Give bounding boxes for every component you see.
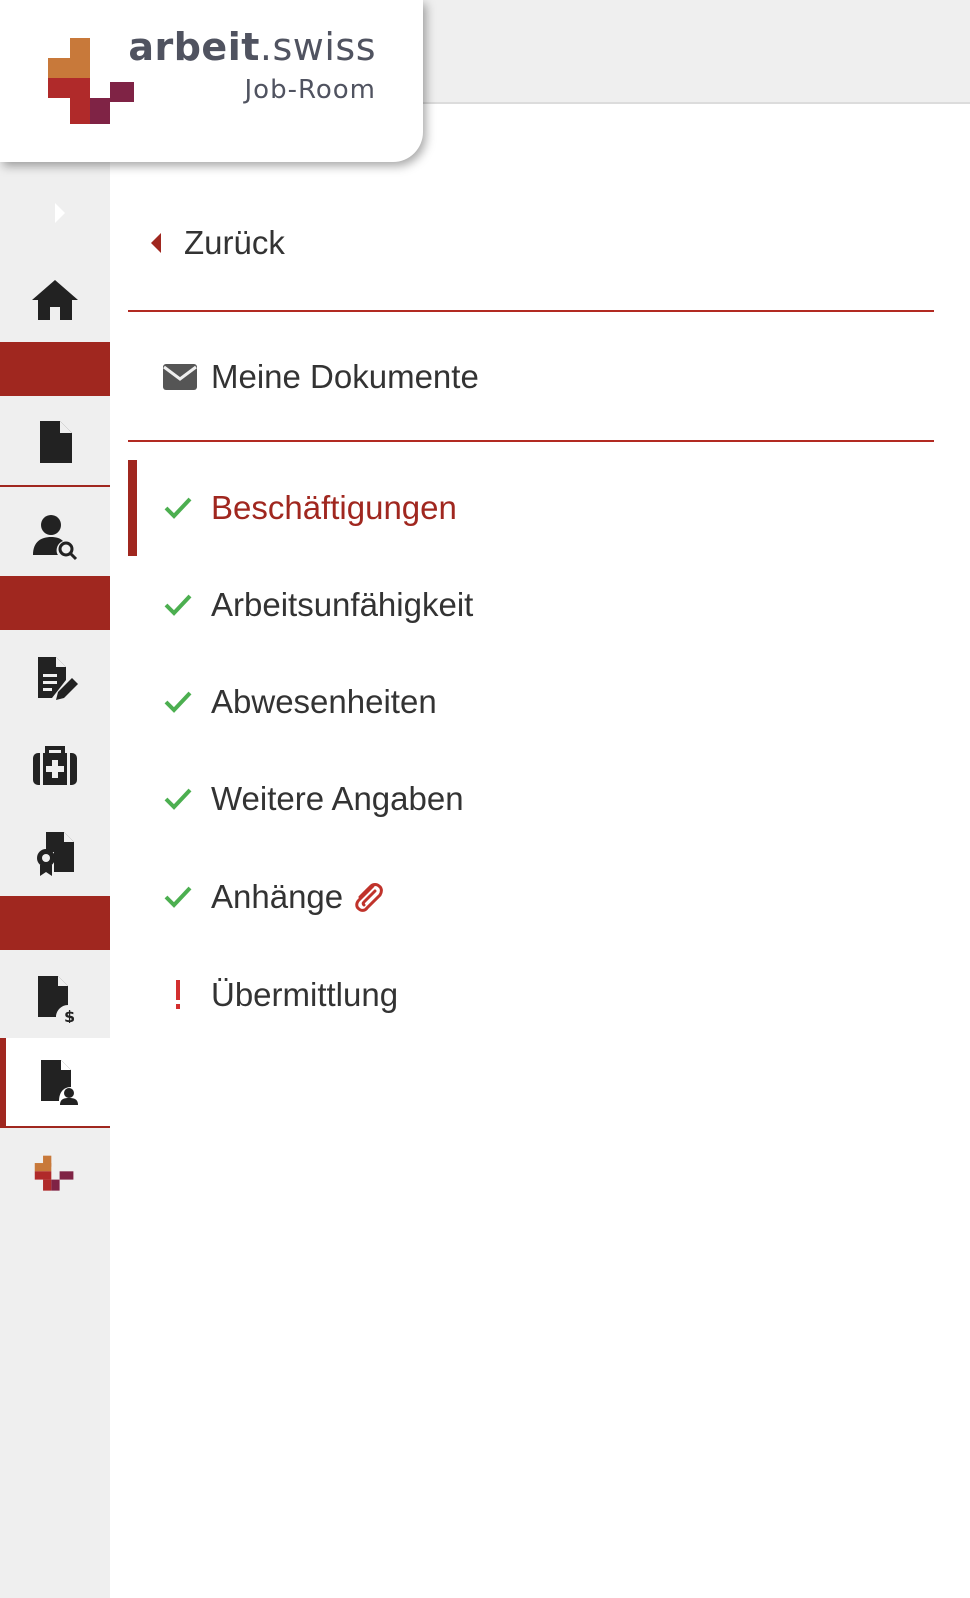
my-documents-label: Meine Dokumente — [211, 358, 479, 395]
file-edit-icon — [38, 657, 78, 700]
caret-left-icon — [151, 233, 161, 253]
sidebar-separator — [0, 485, 110, 487]
step-label: Übermittlung — [211, 976, 399, 1013]
file-certificate-icon — [37, 832, 74, 876]
medical-kit-icon — [33, 746, 77, 785]
step-abwesenheiten[interactable]: Abwesenheiten — [128, 654, 934, 750]
brand-subtitle: Job-Room — [244, 75, 376, 105]
step-label: Abwesenheiten — [211, 683, 437, 720]
sidebar: $ — [0, 0, 110, 1598]
check-icon — [163, 590, 193, 620]
arbeit-swiss-logo-mark — [48, 38, 134, 124]
file-dollar-icon: $ — [38, 976, 75, 1023]
user-search-icon — [33, 515, 78, 561]
sidebar-item-home[interactable] — [0, 270, 110, 330]
sidebar-item-health[interactable] — [0, 735, 110, 797]
brand-logo-card[interactable]: arbeit.swiss Job-Room — [0, 0, 423, 162]
brand-wordmark: arbeit.swiss Job-Room — [128, 24, 376, 110]
sidebar-expand-toggle[interactable] — [50, 200, 70, 226]
step-label: Weitere Angaben — [211, 780, 464, 817]
brand-name: arbeit.swiss — [128, 25, 376, 69]
step-anhaenge[interactable]: Anhänge — [128, 849, 934, 945]
step-label: Beschäftigungen — [211, 489, 457, 526]
check-icon — [163, 687, 193, 717]
exclamation-icon — [163, 980, 193, 1010]
paperclip-icon — [355, 883, 384, 912]
svg-text:$: $ — [64, 1007, 75, 1023]
caret-right-icon — [55, 203, 65, 223]
sidebar-item-arbeit-swiss[interactable] — [0, 1148, 110, 1202]
sidebar-group-divider — [0, 342, 110, 396]
home-icon — [32, 280, 78, 320]
step-weitere-angaben[interactable]: Weitere Angaben — [128, 751, 934, 847]
file-user-icon — [41, 1060, 78, 1105]
step-beschaeftigungen[interactable]: Beschäftigungen — [128, 460, 934, 556]
sidebar-group-divider — [0, 896, 110, 950]
sidebar-item-certificates[interactable] — [0, 822, 110, 884]
file-icon — [40, 421, 72, 463]
check-icon — [163, 882, 193, 912]
step-uebermittlung[interactable]: Übermittlung — [128, 947, 934, 1043]
sidebar-item-documents[interactable] — [0, 410, 110, 474]
my-documents-link[interactable]: Meine Dokumente — [163, 354, 479, 400]
divider — [128, 310, 934, 312]
step-label: Anhänge — [211, 878, 344, 915]
envelope-icon — [163, 364, 197, 390]
back-link-label: Zurück — [184, 224, 285, 261]
step-label: Arbeitsunfähigkeit — [211, 586, 474, 623]
arbeit-swiss-logo-icon — [34, 1155, 74, 1191]
sidebar-item-benefits[interactable]: $ — [0, 967, 110, 1029]
step-arbeitsunfaehigkeit[interactable]: Arbeitsunfähigkeit — [128, 557, 934, 653]
sidebar-group-divider — [0, 576, 110, 630]
check-icon — [163, 493, 193, 523]
sidebar-item-personal-file[interactable] — [0, 1038, 110, 1128]
sidebar-item-applications[interactable] — [0, 648, 110, 710]
check-icon — [163, 784, 193, 814]
sidebar-item-job-search[interactable] — [0, 505, 110, 567]
divider — [128, 440, 934, 442]
back-link[interactable]: Zurück — [148, 220, 285, 266]
